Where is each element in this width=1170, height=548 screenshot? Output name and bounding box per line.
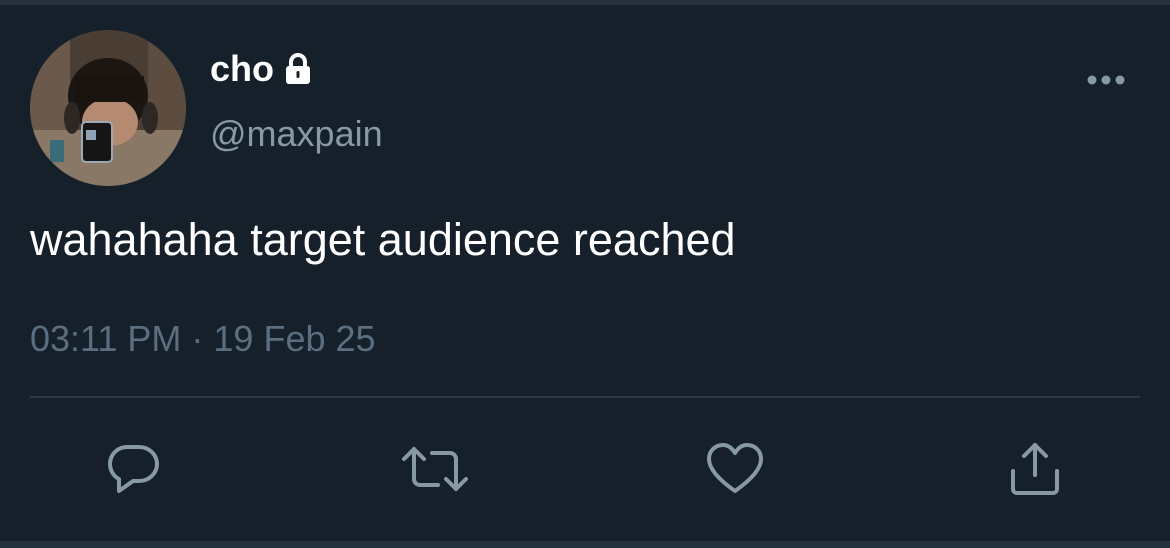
reply-button[interactable] (98, 436, 168, 506)
share-button[interactable] (1000, 436, 1070, 506)
like-button[interactable] (700, 436, 770, 506)
avatar-photo (30, 30, 186, 186)
action-bar (0, 436, 1170, 506)
bottom-divider (0, 541, 1170, 548)
reply-icon (103, 441, 163, 502)
tweet-text: wahahaha target audience reached (30, 214, 736, 265)
tweet-timestamp[interactable]: 03:11 PM · 19 Feb 25 (30, 318, 376, 360)
tweet-card: cho @maxpain wahahaha target audience re… (0, 0, 1170, 548)
user-handle[interactable]: @maxpain (210, 113, 383, 155)
display-name[interactable]: cho (210, 48, 274, 90)
divider (30, 396, 1140, 398)
retweet-icon (400, 441, 470, 502)
display-name-row: cho (210, 47, 316, 91)
heart-icon (705, 441, 765, 502)
lock-icon (280, 51, 316, 87)
avatar[interactable] (30, 30, 186, 186)
retweet-button[interactable] (400, 436, 470, 506)
top-divider (0, 0, 1170, 5)
more-icon (1084, 73, 1128, 91)
more-options-button[interactable] (1078, 62, 1134, 102)
share-icon (1005, 439, 1065, 504)
